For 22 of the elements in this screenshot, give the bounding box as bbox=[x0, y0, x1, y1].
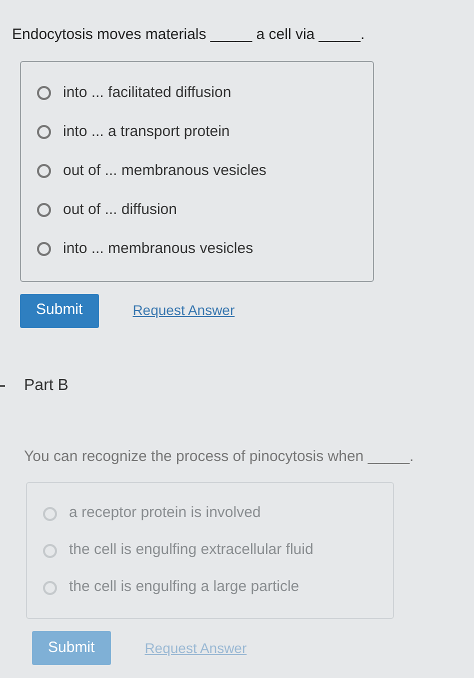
submit-button[interactable]: Submit bbox=[20, 294, 99, 328]
radio-button[interactable] bbox=[43, 506, 57, 520]
answer-option[interactable]: into ... a transport protein bbox=[21, 112, 373, 152]
radio-button[interactable] bbox=[37, 125, 51, 139]
question-text: You can recognize the process of pinocytosis when _____. bbox=[24, 446, 415, 466]
radio-button[interactable] bbox=[43, 544, 57, 558]
question-text: Endocytosis moves materials _____ a cell via _____. bbox=[12, 25, 366, 45]
answer-option[interactable]: the cell is engulfing a large particle bbox=[27, 569, 393, 606]
answer-option[interactable]: the cell is engulfing extracellular fluid bbox=[27, 532, 393, 569]
radio-button[interactable] bbox=[43, 580, 57, 594]
request-answer-link[interactable]: Request Answer bbox=[132, 300, 235, 321]
radio-button[interactable] bbox=[37, 242, 51, 256]
answer-option[interactable]: into ... membranous vesicles bbox=[21, 230, 373, 268]
submit-button[interactable]: Submit bbox=[32, 631, 111, 665]
answer-option[interactable]: into ... facilitated diffusion bbox=[21, 74, 373, 112]
answer-option[interactable]: out of ... diffusion bbox=[21, 190, 373, 230]
answer-option[interactable]: out of ... membranous vesicles bbox=[21, 152, 373, 190]
answer-option[interactable]: a receptor protein is involved bbox=[27, 495, 393, 532]
radio-button[interactable] bbox=[37, 86, 51, 100]
radio-button[interactable] bbox=[37, 164, 51, 178]
radio-button[interactable] bbox=[37, 203, 51, 217]
part-title: Part B bbox=[24, 376, 68, 396]
